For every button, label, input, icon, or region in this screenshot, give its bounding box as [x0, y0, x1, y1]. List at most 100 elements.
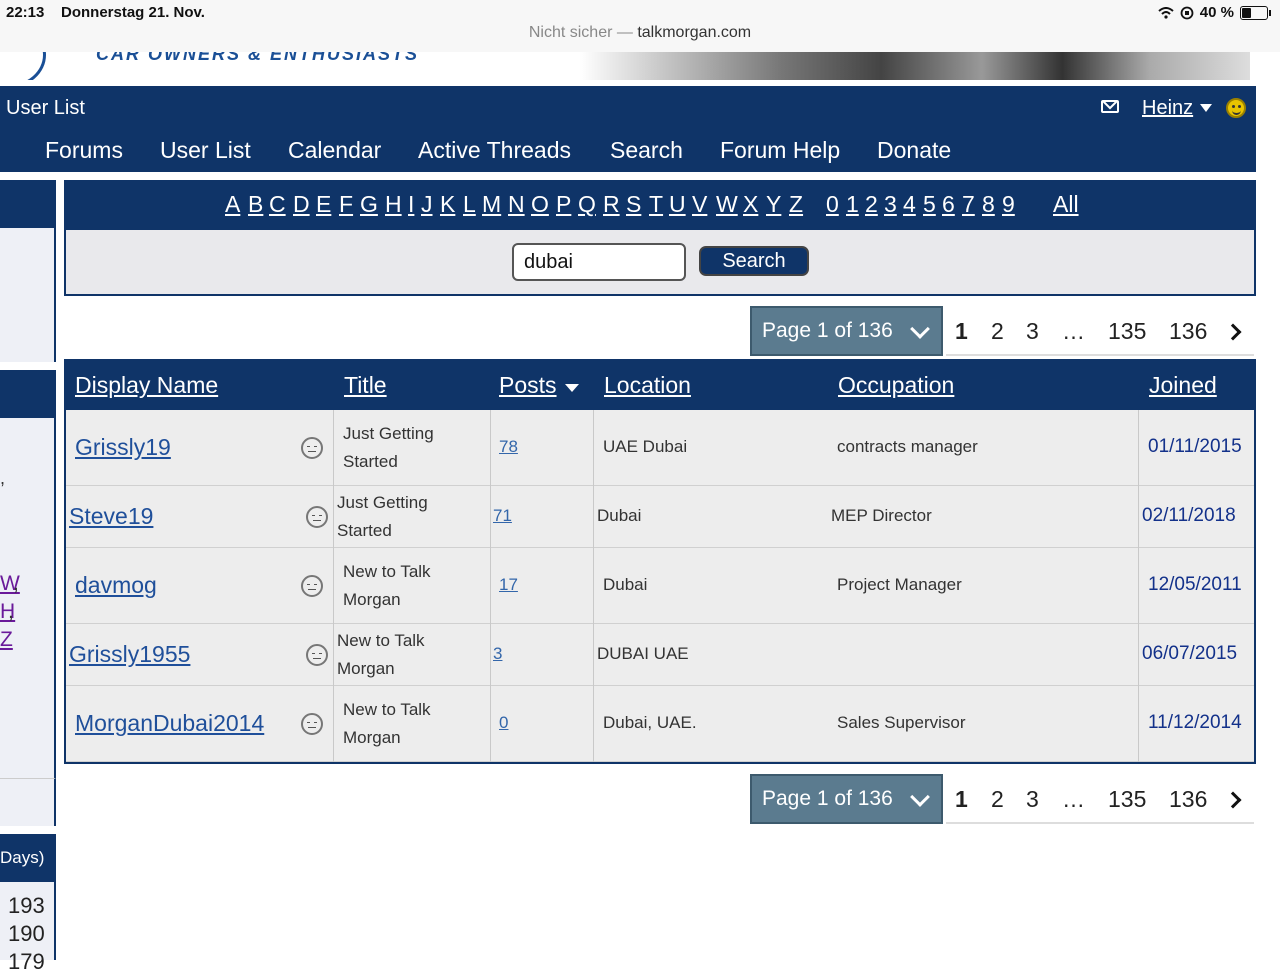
user-name-link[interactable]: Steve19 [69, 503, 153, 530]
digit-link-1[interactable]: 1 [846, 191, 859, 218]
page-link[interactable]: 136 [1169, 318, 1207, 345]
not-secure-label: Nicht sicher — [528, 24, 638, 41]
user-posts-link[interactable]: 78 [499, 437, 518, 457]
alpha-link-4[interactable]: E [316, 191, 331, 218]
column-divider [490, 410, 491, 762]
digit-link-7[interactable]: 7 [962, 191, 975, 218]
sidebar-header [0, 180, 56, 228]
page-link[interactable]: 3 [1026, 786, 1039, 813]
alpha-link-20[interactable]: U [669, 191, 686, 218]
alpha-link-17[interactable]: R [603, 191, 620, 218]
alpha-link-0[interactable]: A [225, 191, 240, 218]
user-posts-link[interactable]: 71 [493, 506, 512, 526]
user-joined-date: 11/12/2014 [1148, 712, 1242, 733]
header-location[interactable]: Location [604, 372, 691, 399]
alpha-link-1[interactable]: B [248, 191, 263, 218]
alpha-link-16[interactable]: Q [578, 191, 596, 218]
alpha-link-2[interactable]: C [269, 191, 286, 218]
page-link[interactable]: 3 [1026, 318, 1039, 345]
alpha-link-15[interactable]: P [556, 191, 571, 218]
alpha-link-13[interactable]: N [508, 191, 525, 218]
page-link[interactable]: 2 [991, 786, 1004, 813]
user-posts-link[interactable]: 0 [499, 713, 508, 733]
alpha-link-21[interactable]: V [692, 191, 707, 218]
nav-calendar[interactable]: Calendar [288, 137, 381, 164]
header-posts[interactable]: Posts [499, 372, 557, 399]
alpha-link-12[interactable]: M [482, 191, 501, 218]
nav-active-threads[interactable]: Active Threads [418, 137, 571, 164]
alpha-link-7[interactable]: H [385, 191, 402, 218]
header-display-name[interactable]: Display Name [75, 372, 218, 399]
alpha-link-23[interactable]: X [743, 191, 758, 218]
mood-neutral-icon [301, 713, 323, 735]
search-input[interactable] [512, 243, 686, 281]
chevron-down-icon[interactable] [1200, 104, 1212, 112]
user-occupation: Sales Supervisor [837, 713, 966, 732]
header-title[interactable]: Title [344, 372, 387, 399]
alpha-link-14[interactable]: O [531, 191, 549, 218]
digit-link-2[interactable]: 2 [865, 191, 878, 218]
alpha-link-9[interactable]: J [421, 191, 433, 218]
user-posts-link[interactable]: 17 [499, 575, 518, 595]
page-select[interactable]: Page 1 of 136 [750, 306, 943, 356]
mood-neutral-icon [306, 644, 328, 666]
sidebar-link[interactable]: Z [0, 628, 13, 652]
alpha-link-19[interactable]: T [649, 191, 663, 218]
page-title: User List [6, 97, 85, 119]
nav-donate[interactable]: Donate [877, 137, 951, 164]
digit-link-9[interactable]: 9 [1002, 191, 1015, 218]
mood-neutral-icon [301, 575, 323, 597]
user-title-line1: New to Talk [343, 562, 431, 581]
alpha-link-6[interactable]: G [360, 191, 378, 218]
sidebar-panel [0, 778, 56, 826]
alpha-link-25[interactable]: Z [789, 191, 803, 218]
header-joined[interactable]: Joined [1149, 372, 1217, 399]
digit-link-5[interactable]: 5 [923, 191, 936, 218]
user-posts-link[interactable]: 3 [493, 644, 502, 664]
alpha-link-all[interactable]: All [1053, 191, 1079, 218]
user-name-link[interactable]: MorganDubai2014 [75, 710, 264, 737]
user-occupation: Project Manager [837, 575, 962, 594]
banner-logo-text: CAR OWNERS & ENTHUSIASTS [96, 52, 420, 64]
user-name-link[interactable]: Grissly1955 [69, 641, 190, 668]
mail-icon[interactable] [1101, 100, 1119, 113]
user-menu-link[interactable]: Heinz [1142, 97, 1193, 120]
page-link[interactable]: 135 [1108, 318, 1146, 345]
nav-forums[interactable]: Forums [45, 137, 123, 164]
alpha-link-8[interactable]: I [408, 191, 414, 218]
pager-divider [946, 354, 1254, 356]
search-button[interactable]: Search [699, 246, 809, 276]
user-name-link[interactable]: Grissly19 [75, 434, 171, 461]
user-location: Dubai, UAE. [603, 713, 697, 732]
page-link[interactable]: 135 [1108, 786, 1146, 813]
next-page-icon[interactable] [1224, 323, 1242, 341]
page-select[interactable]: Page 1 of 136 [750, 774, 943, 824]
digit-link-8[interactable]: 8 [982, 191, 995, 218]
column-divider [593, 410, 594, 762]
alpha-link-18[interactable]: S [626, 191, 641, 218]
next-page-icon[interactable] [1224, 791, 1242, 809]
nav-forum-help[interactable]: Forum Help [720, 137, 840, 164]
nav-user-list[interactable]: User List [160, 137, 251, 164]
sidebar-days-label: Days) [0, 848, 45, 867]
header-occupation[interactable]: Occupation [838, 372, 954, 399]
user-title-line1: New to Talk [343, 700, 431, 719]
digit-link-0[interactable]: 0 [826, 191, 839, 218]
digit-link-4[interactable]: 4 [903, 191, 916, 218]
alpha-link-22[interactable]: W [716, 191, 738, 218]
user-name-link[interactable]: davmog [75, 572, 157, 599]
alpha-link-24[interactable]: Y [766, 191, 781, 218]
alpha-link-10[interactable]: K [440, 191, 455, 218]
alpha-link-3[interactable]: D [293, 191, 310, 218]
address-bar[interactable]: Nicht sicher — talkmorgan.com [0, 24, 1280, 42]
page-link[interactable]: 136 [1169, 786, 1207, 813]
nav-search[interactable]: Search [610, 137, 683, 164]
alpha-link-11[interactable]: L [463, 191, 476, 218]
table-row [66, 486, 1254, 548]
digit-link-6[interactable]: 6 [942, 191, 955, 218]
avatar-smiley-icon[interactable] [1226, 98, 1246, 118]
wifi-icon [1158, 6, 1174, 19]
page-link[interactable]: 2 [991, 318, 1004, 345]
alpha-link-5[interactable]: F [339, 191, 353, 218]
digit-link-3[interactable]: 3 [884, 191, 897, 218]
